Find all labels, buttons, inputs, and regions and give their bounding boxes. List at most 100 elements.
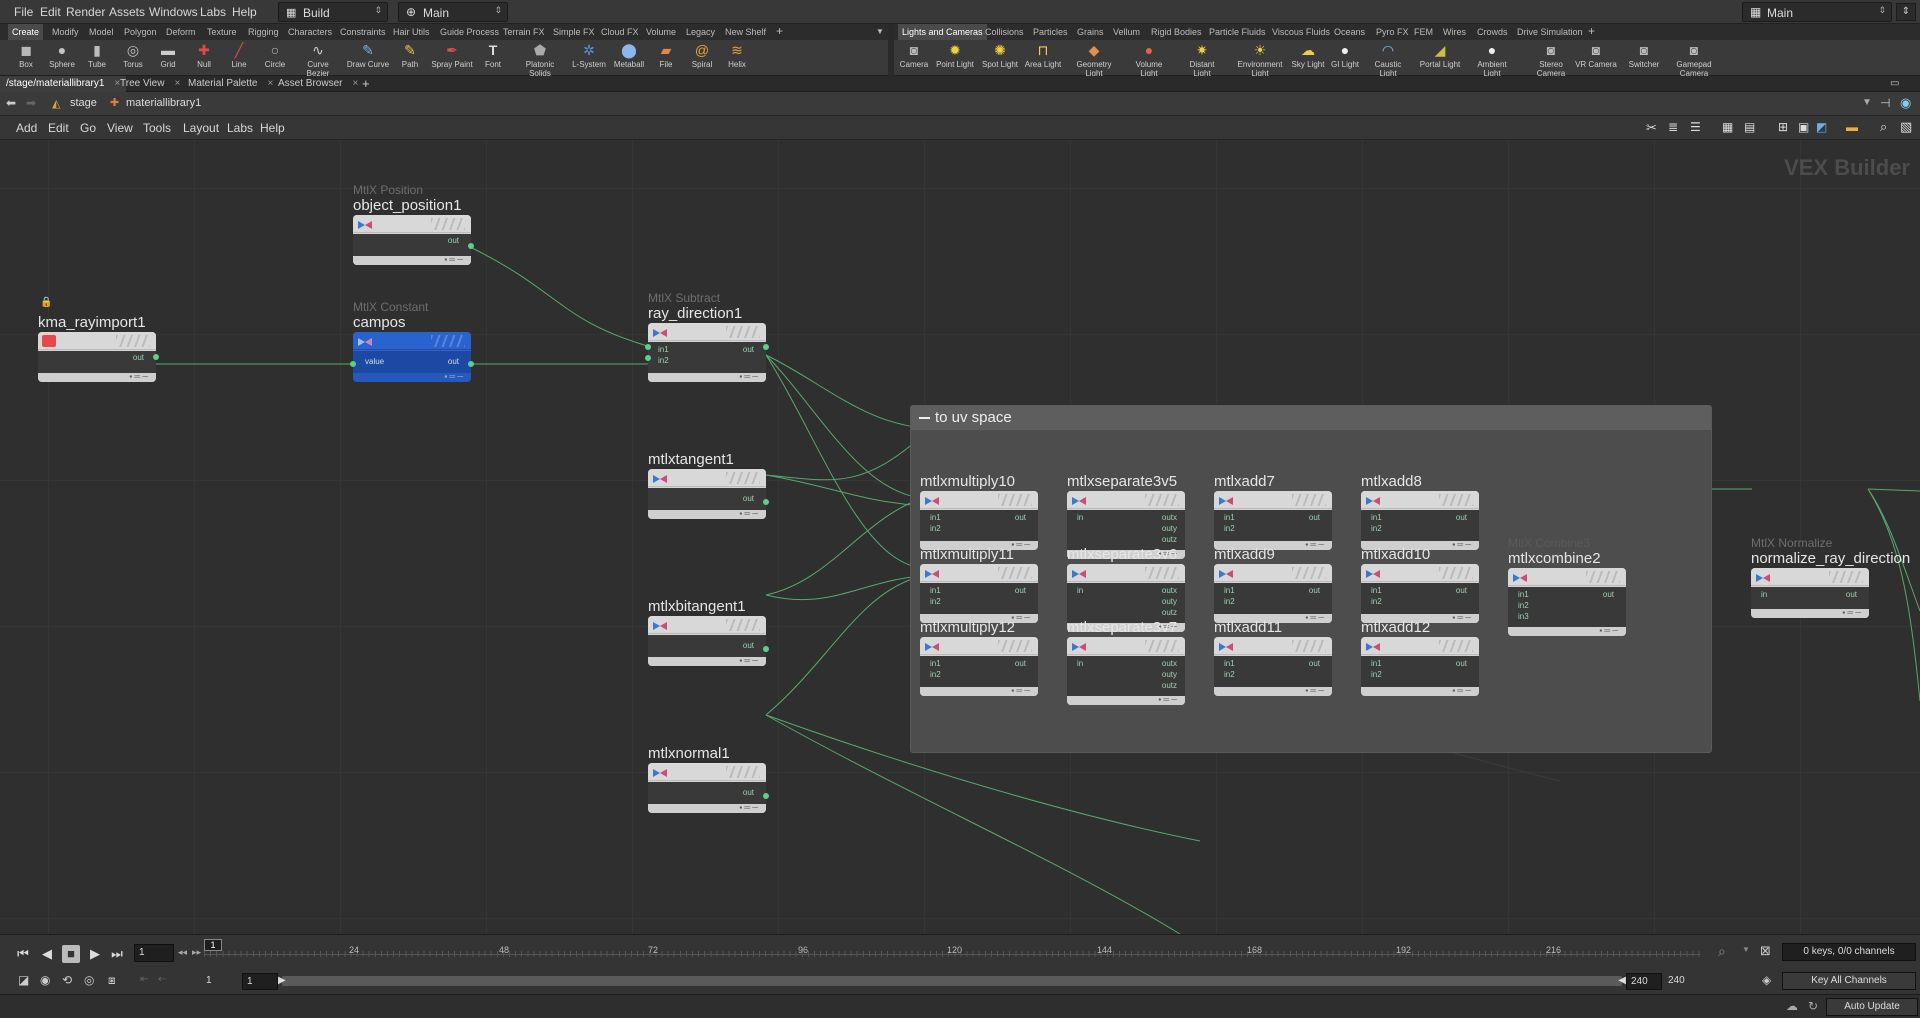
node-flags[interactable]: ▪ ═ ─ [1508,627,1626,636]
node-mtlxseparate3v5[interactable]: mtlxseparate3v5 in outx outy outz ▪ ═ ─ [1067,473,1185,559]
auto-update-dropdown[interactable]: Auto Update [1826,998,1918,1016]
tool-font[interactable]: T Font [471,42,515,69]
shelf-tab-rigging[interactable]: Rigging [248,27,279,37]
node-campos[interactable]: MtlX Constant campos value out ▪ ═ ─ [350,300,474,382]
node-mtlxmultiply10[interactable]: mtlxmultiply10 in1 in2 out ▪ ═ ─ [920,473,1038,550]
play-icon[interactable]: ▶ [86,945,104,963]
realtime-icon[interactable]: ◪ [18,973,29,987]
tool-spray-paint[interactable]: ✒ Spray Paint [430,42,474,69]
node-flags[interactable]: ▪ ═ ─ [648,804,766,813]
input-connector-in1[interactable] [645,344,651,350]
net-menu-view[interactable]: View [107,121,133,135]
audio-toggle-icon[interactable]: ◉ [40,973,50,987]
tool-camera[interactable]: ◙ Camera [892,42,936,69]
net-menu-go[interactable]: Go [80,121,96,135]
pane-tab-tree-view[interactable]: Tree View × [114,76,186,92]
node-mtlxadd10[interactable]: mtlxadd10 in1 in2 out ▪ ═ ─ [1361,546,1479,623]
net-menu-edit[interactable]: Edit [48,121,69,135]
path-dropdown-arrow-icon[interactable]: ▼ [1862,97,1872,108]
channel-icon[interactable]: ⊠ [1760,943,1771,959]
node-mtlxmultiply11[interactable]: mtlxmultiply11 in1 in2 out ▪ ═ ─ [920,546,1038,623]
output-connector[interactable] [763,646,769,652]
shelf-tab-create[interactable]: Create [8,24,44,40]
node-mtlxtangent1[interactable]: mtlxtangent1 out ▪ ═ ─ [648,451,769,519]
tool-curve-bezier[interactable]: ∿ Curve Bezier [296,42,340,78]
link-icon[interactable]: ◉ [1900,95,1911,111]
tool-path[interactable]: ✎ Path [388,42,432,69]
shelf-tab-terrain-fx[interactable]: Terrain FX [503,27,545,37]
search-icon[interactable]: ⌕ [1880,119,1887,135]
range-slider-handle-right-icon[interactable]: ◀ [1618,975,1626,986]
node-flags[interactable]: ▪ ═ ─ [648,510,766,519]
background-icon[interactable]: ▣ [1798,120,1809,134]
node-mtlxcombine2[interactable]: MtlX Combine3 mtlxcombine2 in1 in2 in3 out … [1508,536,1626,636]
network-editor[interactable]: VEX Builder to uv space 🔒 kma_rayimport1… [0,141,1920,934]
tool-circle[interactable]: ○ Circle [253,42,297,69]
shelf-tab-new-shelf[interactable]: New Shelf [725,27,766,37]
step-forward-icon[interactable]: ▸▸ [192,947,201,958]
shelf-tab-legacy[interactable]: Legacy [686,27,715,37]
node-flags[interactable]: ▪ ═ ─ [648,657,766,666]
input-connector-in2[interactable] [645,355,651,361]
range-start-field-2[interactable]: 1 [242,973,278,990]
node-flags[interactable]: ▪ ═ ─ [353,256,471,265]
tools-icon[interactable]: ✂ [1646,120,1657,136]
node-mtlxadd7[interactable]: mtlxadd7 in1 in2 out ▪ ═ ─ [1214,473,1332,550]
node-mtlxseparate3v7[interactable]: mtlxseparate3v7 in outx outy outz ▪ ═ ─ [1067,619,1185,705]
shelf-tab-collisions[interactable]: Collisions [985,27,1024,37]
node-flags[interactable]: ▪ ═ ─ [353,373,471,382]
tool-draw-curve[interactable]: ✎ Draw Curve [346,42,390,69]
node-mtlxadd12[interactable]: mtlxadd12 in1 in2 out ▪ ═ ─ [1361,619,1479,696]
shelf-tab-pyro-fx[interactable]: Pyro FX [1376,27,1409,37]
range-start-arrow-icon[interactable]: ⇤ [140,974,148,985]
sticky-icon[interactable]: ☰ [1690,120,1701,134]
tool-geometry-light[interactable]: ◆ Geometry Light [1072,42,1116,78]
node-mtlxbitangent1[interactable]: mtlxbitangent1 out ▪ ═ ─ [648,598,769,666]
list-icon[interactable]: ≣ [1668,120,1678,134]
pane-tab-network[interactable]: /stage/materiallibrary1 × [0,76,127,92]
node-flags[interactable]: ▪ ═ ─ [1361,687,1479,696]
node-ray-direction1[interactable]: MtlX Subtract ray_direction1 in1 in2 out ▪… [645,291,769,382]
node-object-position1[interactable]: MtlX Position object_position1 out ▪ ═ ─ [353,183,474,265]
network-box-header[interactable]: to uv space [911,406,1711,430]
tool-vr-camera[interactable]: ◙ VR Camera [1574,42,1618,69]
shelf-tab-simple-fx[interactable]: Simple FX [553,27,595,37]
node-kma-rayimport1[interactable]: 🔒 kma_rayimport1 out ▪ ═ ─ [38,297,159,382]
shelf-tab-particle-fluids[interactable]: Particle Fluids [1209,27,1266,37]
node-mtlxnormal1[interactable]: mtlxnormal1 out ▪ ═ ─ [648,745,769,813]
cloud-icon[interactable]: ☁ [1786,999,1798,1013]
net-menu-tools[interactable]: Tools [143,121,171,135]
node-mtlxadd9[interactable]: mtlxadd9 in1 in2 out ▪ ═ ─ [1214,546,1332,623]
shelf-menu-arrow-icon[interactable]: ▼ [876,27,884,36]
node-mtlxadd8[interactable]: mtlxadd8 in1 in2 out ▪ ═ ─ [1361,473,1479,550]
shelf-tab-characters[interactable]: Characters [288,27,332,37]
add-pane-tab-icon[interactable]: + [356,76,376,92]
desktop-toggle-button[interactable]: ⇕ [1896,3,1916,21]
add-shelf-tab-right-icon[interactable]: + [1588,24,1595,38]
range-end-field-2[interactable]: 240 [1664,973,1704,990]
tool-spot-light[interactable]: ✺ Spot Light [978,42,1022,69]
tool-gi-light[interactable]: ● GI Light [1323,42,1367,69]
tool-area-light[interactable]: ⊓ Area Light [1021,42,1065,69]
breadcrumb-stage[interactable]: ◭ stage [48,95,103,113]
stop-icon[interactable]: ■ [62,945,80,963]
menu-edit[interactable]: Edit [40,5,61,19]
shelf-tab-polygon[interactable]: Polygon [124,27,157,37]
shelf-tab-cloud-fx[interactable]: Cloud FX [601,27,639,37]
shelf-tab-deform[interactable]: Deform [166,27,196,37]
shelf-tab-fem[interactable]: FEM [1414,27,1433,37]
range-slider-handle-left-icon[interactable]: ▶ [278,975,286,986]
menu-assets[interactable]: Assets [109,5,145,19]
folder-icon[interactable]: ▬ [1846,120,1858,134]
range-start-field[interactable]: 1 [202,973,242,990]
tool-switcher[interactable]: ◙ Switcher [1622,42,1666,69]
output-connector[interactable] [763,344,769,350]
input-connector[interactable] [350,361,356,367]
shelf-tab-texture[interactable]: Texture [207,27,237,37]
shelf-tab-rigid-bodies[interactable]: Rigid Bodies [1151,27,1202,37]
step-back-icon[interactable]: ◂◂ [178,947,187,958]
shelf-tab-hair-utils[interactable]: Hair Utils [393,27,430,37]
shelf-tab-wires[interactable]: Wires [1443,27,1466,37]
tool-l-system[interactable]: ✲ L-System [567,42,611,69]
output-connector[interactable] [468,243,474,249]
